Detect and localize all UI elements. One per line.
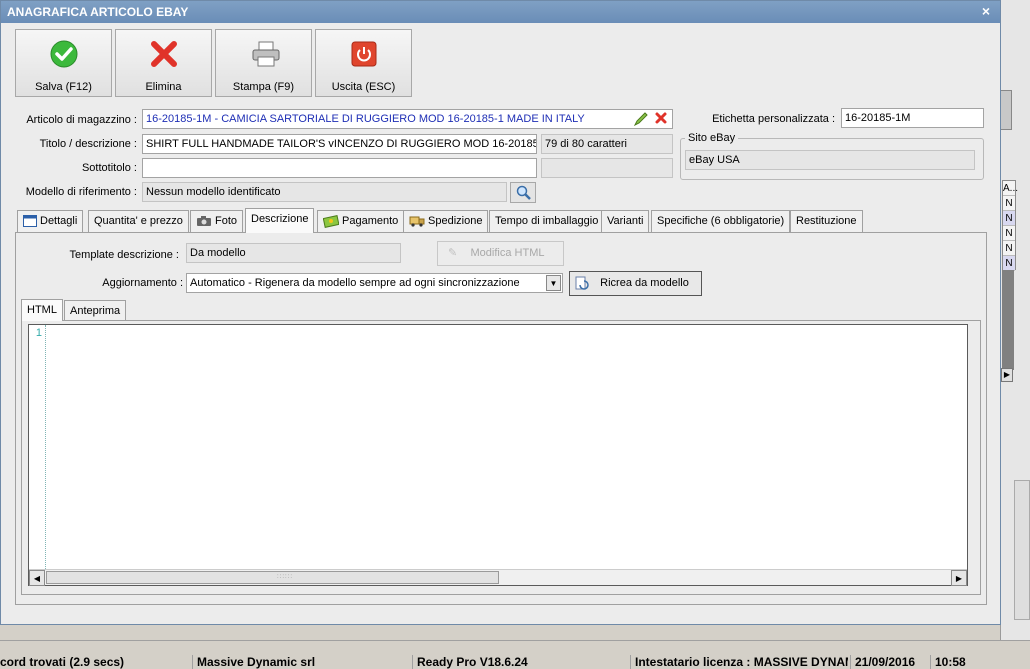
save-button[interactable]: Salva (F12) — [15, 29, 112, 97]
tab-tempo-imballaggio[interactable]: Tempo di imballaggio — [489, 210, 605, 232]
articolo-label: Articolo di magazzino : — [26, 114, 137, 126]
tab-foto[interactable]: Foto — [190, 210, 244, 232]
titolo-field[interactable]: SHIRT FULL HANDMADE TAILOR'S vINCENZO DI… — [142, 134, 537, 154]
save-label: Salva (F12) — [35, 81, 92, 93]
tab-specifiche[interactable]: Specifiche (6 obbligatorie) — [651, 210, 791, 232]
tab-varianti[interactable]: Varianti — [601, 210, 650, 232]
dialog-titlebar[interactable]: ANAGRAFICA ARTICOLO EBAY — [1, 1, 1000, 23]
horizontal-scrollbar[interactable]: ◀ :::::: ▶ — [29, 569, 967, 586]
search-icon — [516, 185, 531, 200]
line-number-gutter: 1 — [29, 325, 46, 569]
status-version: Ready Pro V18.6.24 — [412, 655, 628, 669]
check-icon — [50, 40, 78, 68]
tab-pagamento[interactable]: Pagamento — [317, 210, 405, 232]
delete-button[interactable]: Elimina — [115, 29, 212, 97]
sito-ebay-field: eBay USA — [685, 150, 975, 170]
list-item[interactable]: N — [1003, 211, 1015, 226]
tab-html[interactable]: HTML — [21, 299, 63, 321]
tab-descrizione[interactable]: Descrizione — [245, 208, 315, 233]
list-item[interactable]: N — [1003, 196, 1015, 211]
delete-x-icon — [151, 41, 177, 67]
grip-icon: :::::: — [277, 574, 294, 580]
exit-button[interactable]: Uscita (ESC) — [315, 29, 412, 97]
modifica-html-button[interactable]: ✎ Modifica HTML — [437, 241, 564, 266]
background-list: A... N N N N N — [1002, 180, 1018, 271]
print-label: Stampa (F9) — [232, 81, 295, 93]
etichetta-field[interactable]: 16-20185-1M — [841, 108, 984, 128]
status-bar: cord trovati (2.9 secs) Massive Dynamic … — [0, 640, 1030, 669]
status-company: Massive Dynamic srl — [192, 655, 410, 669]
sottotitolo-label: Sottotitolo : — [81, 162, 137, 174]
power-icon — [351, 41, 377, 67]
template-field: Da modello — [186, 243, 401, 263]
articolo-field[interactable]: 16-20185-1M - CAMICIA SARTORIALE DI RUGG… — [142, 109, 673, 129]
status-date: 21/09/2016 — [850, 655, 928, 669]
scroll-right-icon[interactable]: ▶ — [1001, 368, 1013, 382]
search-model-button[interactable] — [510, 182, 536, 203]
background-panel — [1014, 480, 1030, 620]
printer-icon — [252, 41, 280, 67]
char-count: 79 di 80 caratteri — [541, 134, 673, 154]
sito-ebay-title: Sito eBay — [685, 132, 739, 144]
scroll-right-icon[interactable]: ▶ — [951, 570, 967, 586]
list-item[interactable]: N — [1003, 226, 1015, 241]
background-scrollbar[interactable] — [1000, 90, 1012, 130]
article-dialog: ANAGRAFICA ARTICOLO EBAY × Salva (F12) E… — [0, 0, 1001, 625]
list-item[interactable]: N — [1003, 256, 1015, 271]
print-button[interactable]: Stampa (F9) — [215, 29, 312, 97]
camera-icon — [197, 216, 211, 226]
close-icon[interactable]: × — [978, 2, 994, 20]
status-records: cord trovati (2.9 secs) — [0, 655, 125, 669]
sottotitolo-field[interactable] — [142, 158, 537, 178]
tab-anteprima[interactable]: Anteprima — [64, 300, 127, 320]
chevron-down-icon[interactable]: ▼ — [546, 275, 561, 291]
dialog-title: ANAGRAFICA ARTICOLO EBAY — [7, 5, 189, 19]
tab-restituzione[interactable]: Restituzione — [790, 210, 863, 232]
modello-label: Modello di riferimento : — [25, 186, 137, 198]
html-editor[interactable]: 1 ◀ :::::: ▶ — [28, 324, 968, 586]
window-icon — [23, 215, 37, 227]
refresh-document-icon — [575, 276, 589, 290]
etichetta-label: Etichetta personalizzata : — [712, 113, 835, 125]
ricrea-button[interactable]: Ricrea da modello — [569, 271, 702, 296]
edit-pencil-icon[interactable] — [633, 111, 649, 127]
subtitle-count — [541, 158, 673, 178]
template-label: Template descrizione : — [69, 249, 179, 261]
money-icon — [323, 215, 339, 228]
list-item[interactable]: N — [1003, 241, 1015, 256]
modello-field: Nessun modello identificato — [142, 182, 507, 202]
aggiornamento-select[interactable]: Automatico - Rigenera da modello sempre … — [186, 273, 563, 293]
tab-spedizione[interactable]: Spedizione — [403, 210, 489, 232]
exit-label: Uscita (ESC) — [331, 81, 396, 93]
tab-quantita[interactable]: Quantita' e prezzo — [88, 210, 189, 232]
tab-dettagli[interactable]: Dettagli — [17, 210, 84, 232]
titolo-label: Titolo / descrizione : — [39, 138, 137, 150]
background-column — [1002, 270, 1014, 370]
status-time: 10:58 — [930, 655, 1030, 669]
scroll-thumb[interactable]: :::::: — [46, 571, 499, 584]
scroll-left-icon[interactable]: ◀ — [29, 570, 45, 586]
shipping-icon — [409, 216, 425, 227]
delete-label: Elimina — [145, 81, 182, 93]
list-item[interactable]: A... — [1003, 181, 1018, 196]
status-license: Intestatario licenza : MASSIVE DYNAMIC — [630, 655, 848, 669]
clear-x-icon[interactable] — [654, 111, 668, 125]
aggiornamento-label: Aggiornamento : — [102, 277, 183, 289]
pencil-icon: ✎ — [448, 247, 458, 259]
